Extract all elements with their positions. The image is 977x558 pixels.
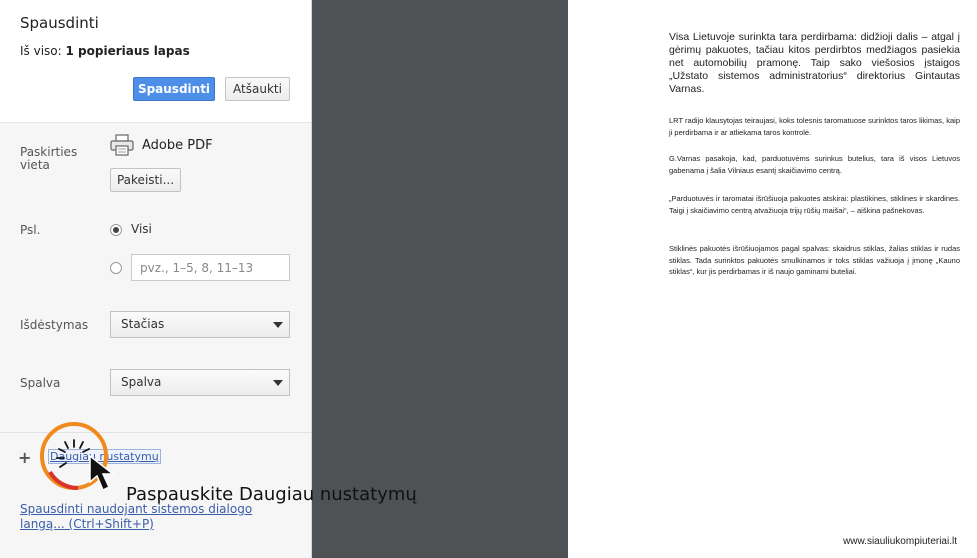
system-dialog-link[interactable]: Spausdinti naudojant sistemos dialogo la… <box>20 502 290 532</box>
preview-paragraph: LRT radijo klausytojas teiraujasi, koks … <box>669 116 960 137</box>
print-header: Spausdinti Iš viso: 1 popieriaus lapas S… <box>0 0 311 123</box>
watermark: www.siauliukompiuteriai.lt <box>843 536 957 547</box>
layout-select[interactable]: Stačias <box>110 311 290 338</box>
chevron-down-icon <box>273 322 283 328</box>
annotation-text: Paspauskite Daugiau nustatymų <box>126 484 417 505</box>
preview-paragraph: G.Varnas pasakoja, kad, parduotuvėms sur… <box>669 154 960 175</box>
pages-all-radio[interactable] <box>110 224 122 236</box>
pages-all-label: Visi <box>131 222 152 236</box>
color-select[interactable]: Spalva <box>110 369 290 396</box>
plus-icon[interactable]: + <box>18 448 31 467</box>
dialog-title: Spausdinti <box>20 14 99 32</box>
preview-page: Visa Lietuvoje surinkta tara perdirbama:… <box>568 0 977 558</box>
chevron-down-icon <box>273 380 283 386</box>
printer-icon <box>110 134 134 156</box>
destination-name: Adobe PDF <box>142 138 213 153</box>
mouse-cursor-icon <box>89 454 116 492</box>
cancel-button[interactable]: Atšaukti <box>225 77 290 101</box>
destination-label: Paskirties vieta <box>20 145 78 172</box>
preview-background <box>312 0 568 558</box>
sheet-summary: Iš viso: 1 popieriaus lapas <box>20 44 190 58</box>
preview-paragraph: „Parduotuvės ir taromatai išrūšiuoja pak… <box>669 194 960 215</box>
color-label: Spalva <box>20 376 61 390</box>
preview-paragraph: Visa Lietuvoje surinkta tara perdirbama:… <box>669 31 960 95</box>
layout-value: Stačias <box>121 317 165 331</box>
preview-paragraph: Stiklinės pakuotės išrūšiuojamos pagal s… <box>669 244 960 276</box>
pages-label: Psl. <box>20 223 41 237</box>
print-button[interactable]: Spausdinti <box>133 77 215 101</box>
layout-label: Išdėstymas <box>20 318 89 332</box>
change-destination-button[interactable]: Pakeisti... <box>110 168 181 192</box>
color-value: Spalva <box>121 375 162 389</box>
summary-prefix: Iš viso: <box>20 44 66 58</box>
pages-range-input[interactable] <box>131 254 290 281</box>
pages-custom-radio[interactable] <box>110 262 122 274</box>
summary-value: 1 popieriaus lapas <box>65 44 190 58</box>
